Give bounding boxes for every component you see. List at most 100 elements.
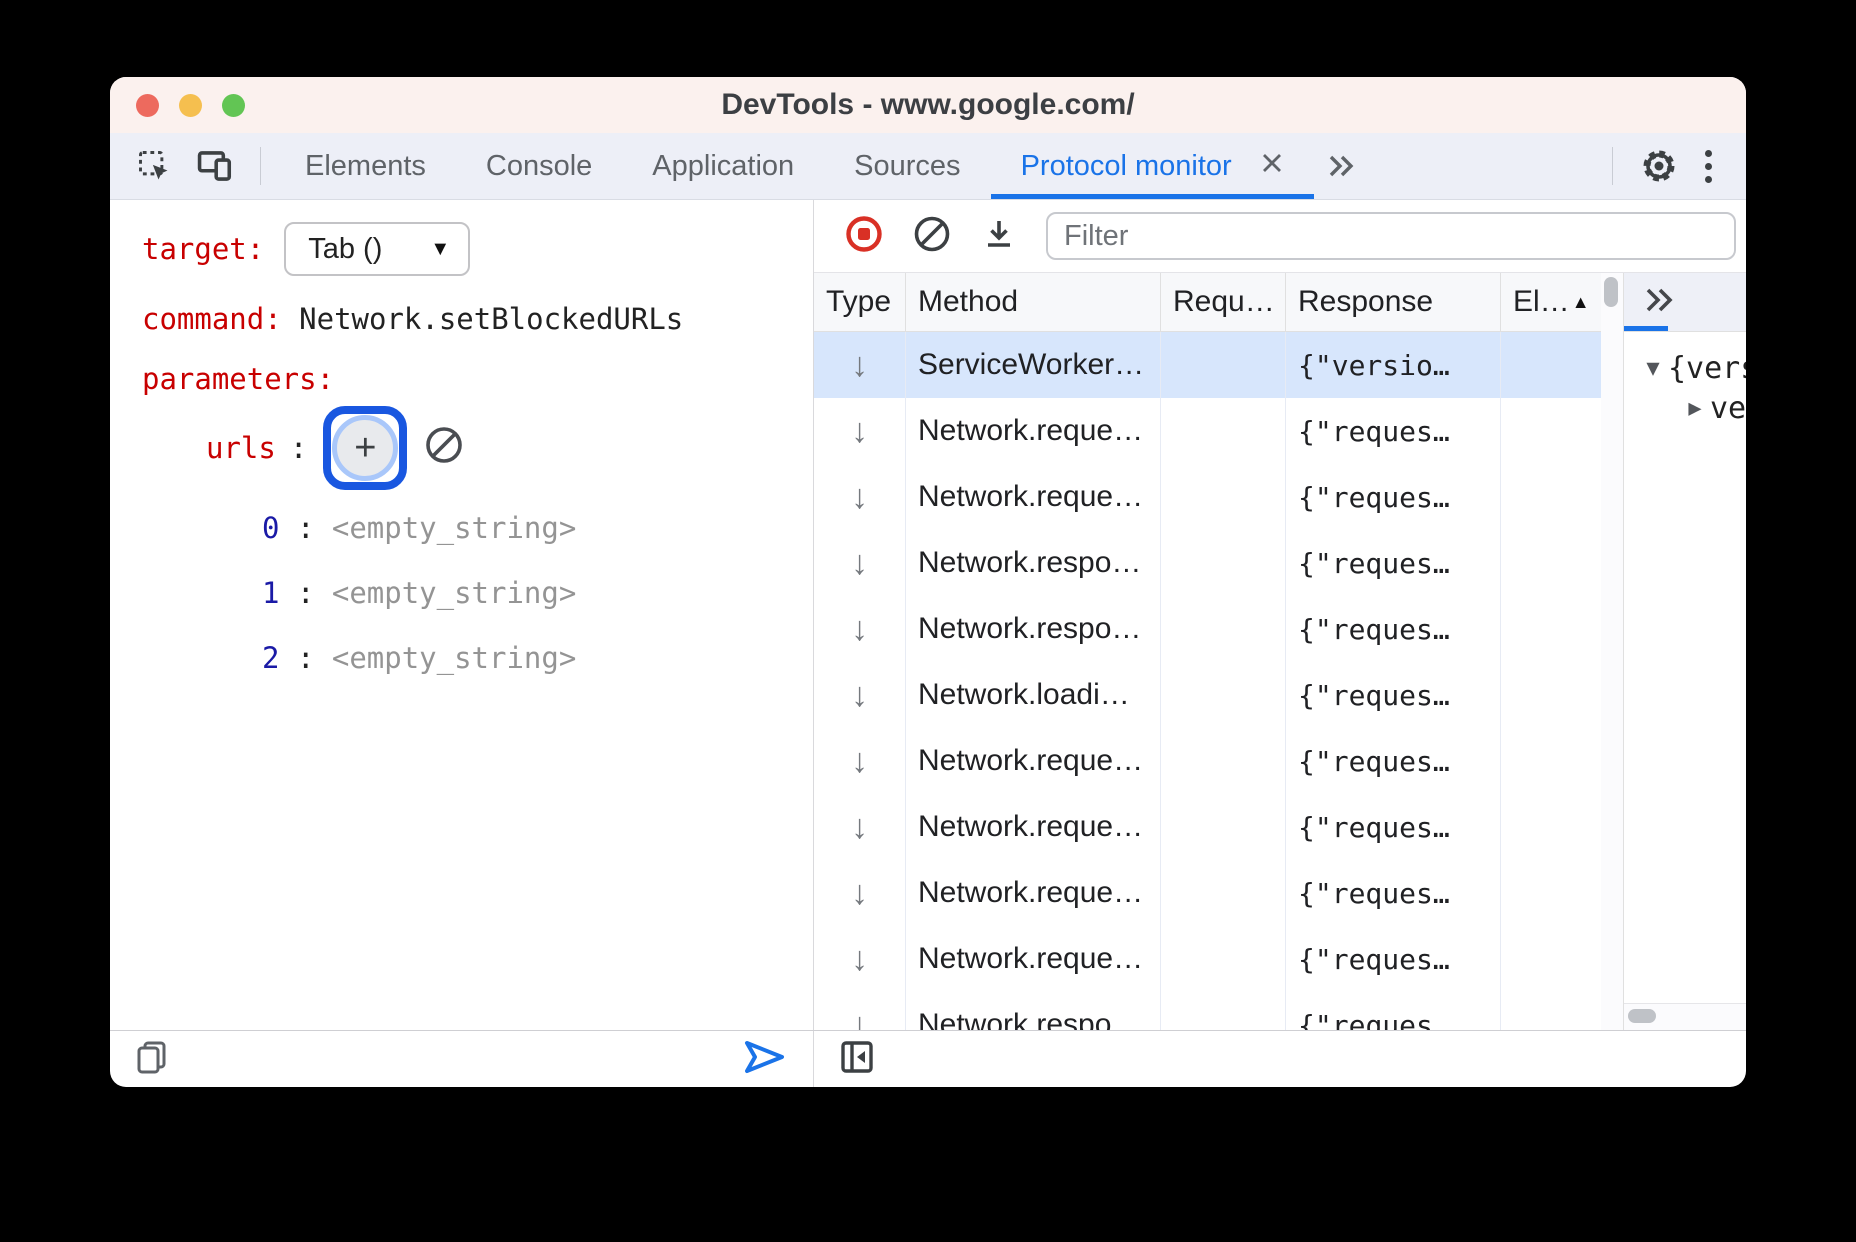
desktop-background: { "window": { "title": "DevTools - www.g… <box>0 0 1856 1242</box>
inspect-cursor-icon <box>136 148 172 184</box>
table-row[interactable]: ↓ Network.reque… {"reques… <box>814 860 1601 926</box>
type-cell: ↓ <box>814 860 906 926</box>
type-cell: ↓ <box>814 794 906 860</box>
sidebar-hscrollbar-thumb[interactable] <box>1628 1009 1656 1023</box>
more-tabs-button[interactable] <box>1314 133 1368 199</box>
response-cell: {"reques… <box>1286 860 1501 926</box>
received-arrow-icon: ↓ <box>851 1006 868 1031</box>
method-cell: Network.respo… <box>906 530 1161 596</box>
url-parameter-row[interactable]: 1 : <empty_string> <box>262 575 813 611</box>
kebab-menu-icon <box>1705 150 1712 157</box>
param-value[interactable]: <empty_string> <box>332 511 576 545</box>
method-cell: Network.reque… <box>906 464 1161 530</box>
tab-console[interactable]: Console <box>456 133 622 199</box>
method-cell: Network.respo… <box>906 596 1161 662</box>
table-row[interactable]: ↓ Network.reque… {"reques… <box>814 794 1601 860</box>
table-row[interactable]: ↓ Network.reque… {"reques… <box>814 926 1601 992</box>
type-cell: ↓ <box>814 596 906 662</box>
request-cell <box>1161 992 1286 1030</box>
filter-input[interactable] <box>1046 212 1736 260</box>
request-cell <box>1161 728 1286 794</box>
tab-application[interactable]: Application <box>622 133 824 199</box>
url-parameter-row[interactable]: 2 : <empty_string> <box>262 640 813 676</box>
chevron-double-right-icon <box>1326 152 1356 180</box>
url-parameter-row[interactable]: 0 : <empty_string> <box>262 510 813 546</box>
clear-urls-button[interactable] <box>423 424 465 473</box>
copy-command-button[interactable] <box>134 1039 170 1080</box>
method-cell: Network.loadi… <box>906 662 1161 728</box>
table-body: ↓ ServiceWorker… {"versio… ↓ Network.req… <box>814 332 1601 1030</box>
message-details-sidebar: ▼ {vers ▶ ver <box>1624 273 1746 1030</box>
gear-icon <box>1639 146 1679 186</box>
table-row[interactable]: ↓ Network.reque… {"reques… <box>814 728 1601 794</box>
received-arrow-icon: ↓ <box>851 874 868 913</box>
type-cell: ↓ <box>814 332 906 398</box>
messages-table: Type Method Requ… Response El… ▲ ↓ Servi… <box>814 273 1601 1030</box>
column-header-response[interactable]: Response <box>1286 273 1501 331</box>
clear-all-button[interactable] <box>898 214 966 259</box>
request-cell <box>1161 860 1286 926</box>
tree-node[interactable]: ▼ {vers <box>1624 348 1746 388</box>
settings-button[interactable] <box>1627 146 1691 186</box>
table-row[interactable]: ↓ Network.respo… {"reques… <box>814 992 1601 1030</box>
type-cell: ↓ <box>814 926 906 992</box>
device-toolbar-icon <box>196 148 234 184</box>
param-value[interactable]: <empty_string> <box>332 576 576 610</box>
send-icon <box>743 1040 787 1079</box>
elapsed-cell <box>1501 530 1601 596</box>
expand-sidebar-button[interactable] <box>1624 285 1676 320</box>
urls-key-label: urls <box>206 431 276 465</box>
table-row[interactable]: ↓ Network.reque… {"reques… <box>814 464 1601 530</box>
table-scrollbar-track[interactable] <box>1601 273 1624 1030</box>
received-arrow-icon: ↓ <box>851 478 868 517</box>
copy-icon <box>134 1039 170 1080</box>
devtools-tabbar: Elements Console Application Sources Pro… <box>110 133 1746 200</box>
method-cell: Network.reque… <box>906 926 1161 992</box>
request-cell <box>1161 596 1286 662</box>
send-command-button[interactable] <box>743 1040 787 1079</box>
type-cell: ↓ <box>814 728 906 794</box>
table-row[interactable]: ↓ Network.loadi… {"reques… <box>814 662 1601 728</box>
record-toggle-button[interactable] <box>830 214 898 259</box>
param-value[interactable]: <empty_string> <box>332 641 576 675</box>
table-scrollbar-thumb[interactable] <box>1604 277 1618 307</box>
type-cell: ↓ <box>814 662 906 728</box>
method-cell: Network.reque… <box>906 398 1161 464</box>
tree-node[interactable]: ▶ ver <box>1624 388 1746 428</box>
clear-icon <box>912 214 952 259</box>
tab-sources[interactable]: Sources <box>824 133 990 199</box>
column-header-method[interactable]: Method <box>906 273 1161 331</box>
table-row[interactable]: ↓ Network.respo… {"reques… <box>814 530 1601 596</box>
tabbar-right-divider <box>1612 147 1613 185</box>
add-url-parameter-button[interactable]: + <box>323 406 407 490</box>
customize-devtools-button[interactable] <box>1691 150 1726 183</box>
column-header-type[interactable]: Type <box>814 273 906 331</box>
table-row[interactable]: ↓ ServiceWorker… {"versio… <box>814 332 1601 398</box>
elapsed-cell <box>1501 662 1601 728</box>
chevron-down-icon: ▼ <box>430 238 450 261</box>
command-value[interactable]: Network.setBlockedURLs <box>299 302 683 336</box>
toggle-device-toolbar-button[interactable] <box>184 133 246 199</box>
received-arrow-icon: ↓ <box>851 346 868 385</box>
tab-elements[interactable]: Elements <box>275 133 456 199</box>
target-selector-value: Tab () <box>308 233 382 266</box>
window-titlebar: DevTools - www.google.com/ <box>110 77 1746 133</box>
table-row[interactable]: ↓ Network.respo… {"reques… <box>814 596 1601 662</box>
sidebar-hscrollbar-track[interactable] <box>1624 1003 1746 1030</box>
response-cell: {"reques… <box>1286 596 1501 662</box>
column-header-elapsed[interactable]: El… ▲ <box>1501 273 1601 331</box>
target-selector[interactable]: Tab () ▼ <box>284 222 470 276</box>
param-index: 0 <box>262 511 279 545</box>
received-arrow-icon: ↓ <box>851 412 868 451</box>
inspect-element-button[interactable] <box>124 133 184 199</box>
toggle-sidebar-button[interactable] <box>838 1038 876 1081</box>
received-arrow-icon: ↓ <box>851 544 868 583</box>
table-row[interactable]: ↓ Network.reque… {"reques… <box>814 398 1601 464</box>
tab-protocol-monitor[interactable]: Protocol monitor <box>991 133 1314 199</box>
type-cell: ↓ <box>814 992 906 1030</box>
received-arrow-icon: ↓ <box>851 610 868 649</box>
save-messages-button[interactable] <box>966 215 1032 258</box>
column-header-request[interactable]: Requ… <box>1161 273 1286 331</box>
elapsed-cell <box>1501 464 1601 530</box>
close-tab-button[interactable] <box>1260 150 1284 183</box>
